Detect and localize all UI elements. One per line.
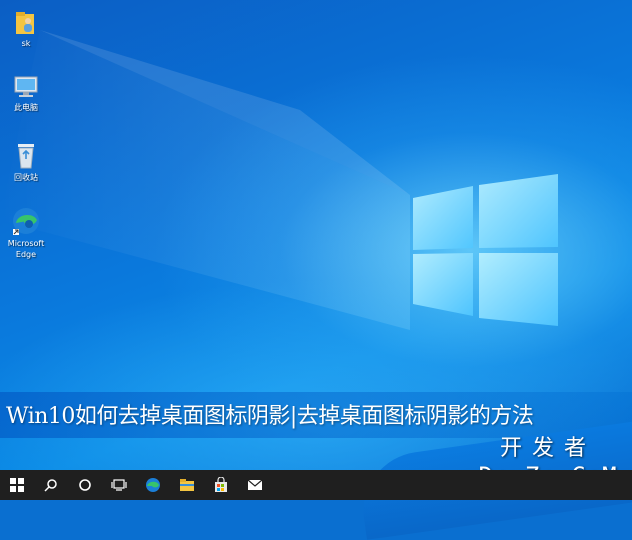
task-view-button[interactable] [102, 470, 136, 500]
user-folder-icon [16, 12, 34, 34]
task-view-icon [111, 479, 127, 491]
watermark-top: 开发者 [499, 436, 596, 461]
desktop-icon-label: Microsoft Edge [7, 239, 45, 259]
desktop-icon-label: 回收站 [14, 173, 38, 182]
recycle-bin-icon [18, 144, 34, 169]
store-button[interactable] [204, 470, 238, 500]
desktop-background: sk 此电脑 回收站 Microsoft Edge Win10如何去掉桌面图标阴… [0, 0, 632, 470]
desktop-icon-label: sk [21, 39, 31, 48]
store-icon [215, 477, 227, 492]
this-pc-icon [14, 76, 38, 97]
windows-start-icon [10, 478, 24, 492]
mail-icon [247, 479, 263, 490]
mail-button[interactable] [238, 470, 272, 500]
desktop-icon-this-pc[interactable]: 此电脑 [2, 74, 50, 113]
search-button[interactable] [34, 470, 68, 500]
desktop-icon-edge[interactable]: Microsoft Edge [2, 206, 50, 260]
edge-icon [146, 478, 160, 492]
article-caption: Win10如何去掉桌面图标阴影|去掉桌面图标阴影的方法 [6, 404, 534, 429]
file-explorer-button[interactable] [170, 470, 204, 500]
start-button[interactable] [0, 470, 34, 500]
desktop-icon-label: 此电脑 [14, 103, 38, 112]
desktop-icon-recycle-bin[interactable]: 回收站 [2, 140, 50, 183]
taskbar [0, 470, 632, 500]
file-explorer-icon [180, 479, 194, 491]
taskbar-edge-button[interactable] [136, 470, 170, 500]
search-icon [44, 479, 57, 492]
cortana-button[interactable] [68, 470, 102, 500]
edge-icon [13, 208, 39, 235]
cortana-icon [79, 479, 91, 491]
desktop-icon-user-folder[interactable]: sk [2, 10, 50, 49]
